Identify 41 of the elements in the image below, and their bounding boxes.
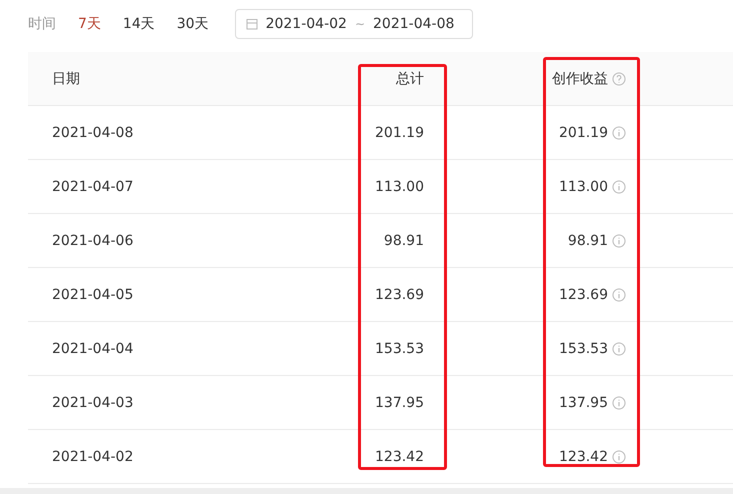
column-header: 日期	[51, 70, 81, 88]
range-tab[interactable]: 30天	[176, 15, 209, 33]
info-icon	[612, 234, 626, 248]
start-date: 2021-04-02	[266, 16, 347, 32]
column-header: 总计	[395, 70, 425, 88]
date-cell-text: 2021-04-03	[51, 394, 134, 410]
column-header: 创作收益	[552, 70, 608, 88]
income-cell: 98.91	[568, 232, 608, 248]
total-cell-text: 137.95	[374, 394, 425, 410]
range-tab[interactable]: 7天	[78, 15, 101, 33]
income-cell: 137.95	[559, 394, 608, 410]
income-cell: 123.69	[559, 286, 608, 302]
total-cell-text: 98.91	[382, 232, 425, 248]
end-date: 2021-04-08	[373, 16, 454, 32]
income-cell: 113.00	[559, 178, 608, 194]
filter-label: 时间	[28, 15, 56, 33]
total-cell-text: 123.69	[374, 286, 425, 302]
info-icon	[612, 396, 626, 410]
calendar-icon	[246, 18, 258, 30]
income-cell: 153.53	[559, 340, 608, 356]
total-cell-text: 123.42	[374, 448, 425, 464]
total-cell-text: 113.00	[374, 178, 425, 194]
info-icon	[612, 126, 626, 140]
date-cell-text: 2021-04-08	[51, 124, 134, 140]
date-cell-text: 2021-04-06	[51, 232, 134, 248]
income-cell: 123.42	[559, 448, 608, 464]
range-tab[interactable]: 14天	[122, 15, 155, 33]
date-cell-text: 2021-04-04	[51, 340, 134, 356]
income-cell: 201.19	[559, 124, 608, 140]
total-cell-text: 201.19	[374, 124, 425, 140]
help-icon	[612, 72, 626, 86]
total-cell-text: 153.53	[374, 340, 425, 356]
info-icon	[612, 180, 626, 194]
date-cell-text: 2021-04-07	[51, 178, 134, 194]
date-range-field[interactable]: 2021-04-02 ~ 2021-04-08	[234, 9, 473, 39]
date-cell-text: 2021-04-02	[51, 448, 134, 464]
info-icon	[612, 342, 626, 356]
info-icon	[612, 288, 626, 302]
info-icon	[612, 450, 626, 464]
date-cell-text: 2021-04-05	[51, 286, 134, 302]
range-separator: ~	[354, 17, 366, 31]
